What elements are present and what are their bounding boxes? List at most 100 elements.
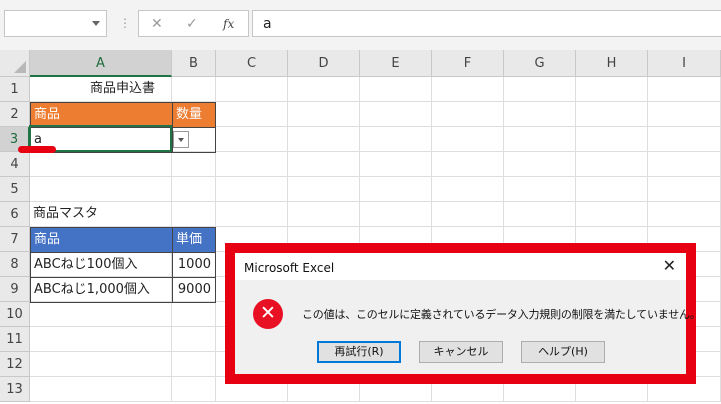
column-header-b[interactable]: B [172,50,216,77]
row-header-5[interactable]: 5 [0,177,30,202]
drag-handle-icon[interactable]: ⋮ [119,16,131,30]
grid-cell[interactable] [288,152,360,177]
grid-cell[interactable] [288,177,360,202]
grid-cell[interactable] [216,177,288,202]
grid-cell[interactable] [648,102,721,127]
grid-cell[interactable] [172,377,216,402]
name-box[interactable] [4,10,107,37]
grid-cell[interactable] [216,102,288,127]
grid-cell[interactable] [172,152,216,177]
grid-cell[interactable] [172,177,216,202]
grid-cell[interactable] [648,152,721,177]
column-header-d[interactable]: D [288,50,360,77]
dialog-title: Microsoft Excel [244,261,335,275]
row-header-13[interactable]: 13 [0,377,30,402]
cell-b9[interactable]: 9000 [172,277,216,303]
cell-a7[interactable]: 商品 [30,227,173,253]
grid-cell[interactable] [288,127,360,152]
select-all-button[interactable] [0,50,30,77]
grid-cell[interactable] [360,102,432,127]
grid-cell[interactable] [216,152,288,177]
grid-cell[interactable] [30,152,172,177]
grid-cell[interactable] [576,127,648,152]
column-header-a[interactable]: A [30,50,172,77]
grid-cell[interactable] [216,77,288,102]
grid-cell[interactable] [648,202,721,227]
cancel-button[interactable]: キャンセル [419,341,503,363]
grid-cell[interactable] [360,202,432,227]
grid-cell[interactable] [648,77,721,102]
row-header-2[interactable]: 2 [0,102,30,127]
cell-a1[interactable]: 商品申込書 [30,77,216,102]
formula-content: a [263,16,272,32]
cell-b2[interactable]: 数量 [172,102,216,128]
grid-cell[interactable] [172,302,216,327]
grid-cell[interactable] [216,127,288,152]
chevron-down-icon[interactable] [92,21,100,26]
insert-function-icon[interactable]: fx [223,15,234,33]
row-header-9[interactable]: 9 [0,277,30,302]
column-header-c[interactable]: C [216,50,288,77]
grid-cell[interactable] [360,177,432,202]
grid-cell[interactable] [504,177,576,202]
row-header-7[interactable]: 7 [0,227,30,252]
cell-a8[interactable]: ABCねじ100個入 [30,252,173,278]
grid-cell[interactable] [432,127,504,152]
validation-dropdown-button[interactable] [173,131,189,148]
enter-icon[interactable]: ✓ [186,15,198,33]
grid-cell[interactable] [172,352,216,377]
grid-cell[interactable] [648,127,721,152]
grid-cell[interactable] [576,202,648,227]
grid-cell[interactable] [360,127,432,152]
grid-cell[interactable] [432,202,504,227]
grid-cell[interactable] [504,77,576,102]
row-header-10[interactable]: 10 [0,302,30,327]
row-header-6[interactable]: 6 [0,202,30,227]
grid-cell[interactable] [288,202,360,227]
grid-cell[interactable] [504,152,576,177]
column-header-f[interactable]: F [432,50,504,77]
grid-cell[interactable] [360,77,432,102]
grid-cell[interactable] [576,102,648,127]
row-header-4[interactable]: 4 [0,152,30,177]
grid-cell[interactable] [360,152,432,177]
grid-cell[interactable] [172,202,216,227]
row-header-11[interactable]: 11 [0,327,30,352]
cell-b7[interactable]: 単価 [172,227,216,253]
cancel-icon[interactable]: ✕ [151,15,163,33]
grid-cell[interactable] [172,327,216,352]
row-header-1[interactable]: 1 [0,77,30,102]
column-header-g[interactable]: G [504,50,576,77]
grid-cell[interactable] [30,302,172,327]
grid-cell[interactable] [432,152,504,177]
formula-input[interactable]: a [252,10,721,37]
grid-cell[interactable] [288,102,360,127]
grid-cell[interactable] [576,77,648,102]
grid-cell[interactable] [30,177,172,202]
column-header-e[interactable]: E [360,50,432,77]
row-header-8[interactable]: 8 [0,252,30,277]
retry-button[interactable]: 再試行(R) [317,341,401,363]
grid-cell[interactable] [432,77,504,102]
cell-a6[interactable]: 商品マスタ [30,202,172,227]
grid-cell[interactable] [648,177,721,202]
grid-cell[interactable] [504,102,576,127]
help-button[interactable]: ヘルプ(H) [521,341,605,363]
grid-cell[interactable] [576,152,648,177]
grid-cell[interactable] [30,352,172,377]
grid-cell[interactable] [504,202,576,227]
cell-b8[interactable]: 1000 [172,252,216,278]
row-header-12[interactable]: 12 [0,352,30,377]
grid-cell[interactable] [30,327,172,352]
close-icon[interactable]: ✕ [663,257,676,275]
grid-cell[interactable] [432,102,504,127]
grid-cell[interactable] [576,177,648,202]
column-header-i[interactable]: I [648,50,721,77]
column-header-h[interactable]: H [576,50,648,77]
grid-cell[interactable] [432,177,504,202]
grid-cell[interactable] [216,202,288,227]
grid-cell[interactable] [288,77,360,102]
grid-cell[interactable] [30,377,172,402]
grid-cell[interactable] [504,127,576,152]
cell-a9[interactable]: ABCねじ1,000個入 [30,277,173,303]
